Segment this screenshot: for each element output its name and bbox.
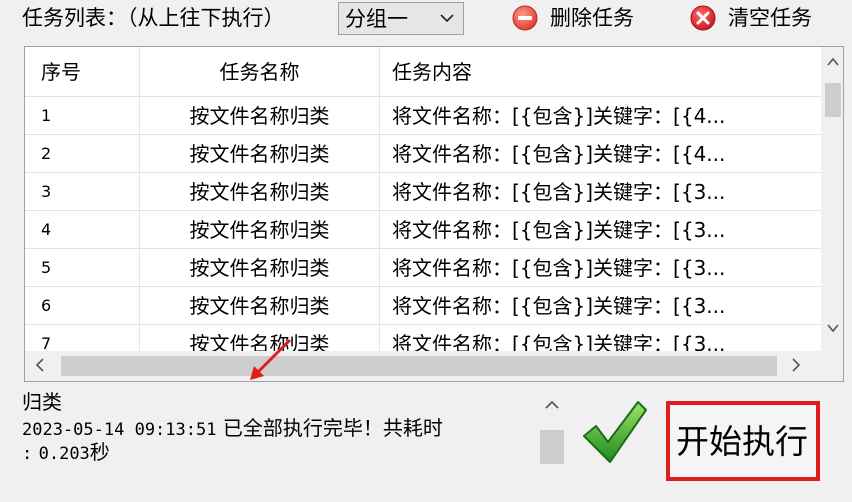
log-duration-prefix: : bbox=[22, 444, 33, 464]
chevron-up-icon[interactable] bbox=[827, 57, 839, 67]
check-icon bbox=[583, 401, 647, 463]
delete-task-button[interactable]: 删除任务 bbox=[512, 2, 652, 34]
row-task-content: 将文件名称：[{包含}]关键字：[{3... bbox=[379, 325, 821, 351]
horizontal-scrollbar-thumb[interactable] bbox=[61, 356, 777, 376]
row-task-name: 按文件名称归类 bbox=[139, 287, 379, 324]
task-list-label: 任务列表：（从上往下执行） bbox=[22, 6, 285, 30]
clear-tasks-label: 清空任务 bbox=[728, 6, 812, 30]
table-row[interactable]: 7 按文件名称归类 将文件名称：[{包含}]关键字：[{3... bbox=[25, 325, 821, 351]
row-index: 2 bbox=[41, 144, 52, 163]
chevron-right-icon[interactable] bbox=[791, 358, 801, 372]
row-index: 7 bbox=[41, 334, 52, 351]
row-task-content: 将文件名称：[{包含}]关键字：[{4... bbox=[379, 135, 821, 172]
vertical-scrollbar-thumb[interactable] bbox=[825, 83, 841, 117]
log-duration-value: 0.203 bbox=[38, 444, 90, 464]
row-index: 4 bbox=[41, 220, 52, 239]
chevron-down-icon[interactable] bbox=[827, 323, 839, 333]
start-execution-label: 开始执行 bbox=[676, 422, 808, 461]
clear-tasks-button[interactable]: 清空任务 bbox=[690, 2, 840, 34]
row-task-content: 将文件名称：[{包含}]关键字：[{4... bbox=[379, 97, 821, 134]
header-task-content[interactable]: 任务内容 bbox=[379, 47, 821, 96]
row-task-name: 按文件名称归类 bbox=[139, 97, 379, 134]
task-grid: 序号 任务名称 任务内容 1 按文件名称归类 将文件名称：[{包含}]关键字：[… bbox=[25, 47, 821, 351]
row-task-name: 按文件名称归类 bbox=[139, 211, 379, 248]
log-output: 归类 2023-05-14 09:13:51 已全部执行完毕！共耗时 : 0.2… bbox=[22, 388, 542, 498]
row-index: 5 bbox=[41, 258, 52, 277]
table-row[interactable]: 5 按文件名称归类 将文件名称：[{包含}]关键字：[{3... bbox=[25, 249, 821, 287]
row-task-content: 将文件名称：[{包含}]关键字：[{3... bbox=[379, 249, 821, 286]
table-row[interactable]: 4 按文件名称归类 将文件名称：[{包含}]关键字：[{3... bbox=[25, 211, 821, 249]
row-task-name: 按文件名称归类 bbox=[139, 249, 379, 286]
group-select[interactable]: 分组一 bbox=[338, 2, 464, 35]
toolbar: 任务列表：（从上往下执行） 分组一 删除任务 清空任务 bbox=[0, 0, 852, 38]
minus-circle-icon bbox=[512, 5, 538, 31]
chevron-down-icon bbox=[440, 14, 454, 23]
start-execution-button[interactable]: 开始执行 bbox=[666, 402, 818, 480]
log-line-2: 2023-05-14 09:13:51 已全部执行完毕！共耗时 bbox=[22, 416, 443, 442]
delete-task-label: 删除任务 bbox=[550, 6, 634, 30]
row-task-content: 将文件名称：[{包含}]关键字：[{3... bbox=[379, 287, 821, 324]
row-task-content: 将文件名称：[{包含}]关键字：[{3... bbox=[379, 173, 821, 210]
x-circle-icon bbox=[690, 5, 716, 31]
row-index: 1 bbox=[41, 106, 52, 125]
table-header: 序号 任务名称 任务内容 bbox=[25, 47, 821, 97]
vertical-scrollbar[interactable] bbox=[821, 47, 843, 351]
scrollbar-corner bbox=[821, 351, 843, 381]
chevron-up-icon[interactable] bbox=[545, 400, 559, 410]
task-list[interactable]: 序号 任务名称 任务内容 1 按文件名称归类 将文件名称：[{包含}]关键字：[… bbox=[24, 46, 844, 382]
header-index[interactable]: 序号 bbox=[25, 47, 139, 96]
row-task-name: 按文件名称归类 bbox=[139, 135, 379, 172]
group-select-value: 分组一 bbox=[345, 7, 408, 31]
log-scrollbar[interactable] bbox=[538, 394, 566, 496]
log-line-3: : 0.203秒 bbox=[22, 440, 110, 466]
log-scrollbar-thumb[interactable] bbox=[540, 430, 564, 464]
chevron-left-icon[interactable] bbox=[35, 358, 45, 372]
row-index: 3 bbox=[41, 182, 52, 201]
log-line-1: 归类 bbox=[22, 390, 62, 414]
row-task-name: 按文件名称归类 bbox=[139, 173, 379, 210]
table-row[interactable]: 3 按文件名称归类 将文件名称：[{包含}]关键字：[{3... bbox=[25, 173, 821, 211]
table-row[interactable]: 1 按文件名称归类 将文件名称：[{包含}]关键字：[{4... bbox=[25, 97, 821, 135]
log-status: 已全部执行完毕！共耗时 bbox=[222, 416, 443, 440]
log-duration-unit: 秒 bbox=[89, 440, 110, 464]
header-task-name[interactable]: 任务名称 bbox=[139, 47, 379, 96]
row-index: 6 bbox=[41, 296, 52, 315]
log-timestamp: 2023-05-14 09:13:51 bbox=[22, 420, 217, 440]
annotation-arrow-icon bbox=[250, 338, 292, 380]
horizontal-scrollbar[interactable] bbox=[25, 351, 821, 381]
table-row[interactable]: 6 按文件名称归类 将文件名称：[{包含}]关键字：[{3... bbox=[25, 287, 821, 325]
table-row[interactable]: 2 按文件名称归类 将文件名称：[{包含}]关键字：[{4... bbox=[25, 135, 821, 173]
row-task-content: 将文件名称：[{包含}]关键字：[{3... bbox=[379, 211, 821, 248]
